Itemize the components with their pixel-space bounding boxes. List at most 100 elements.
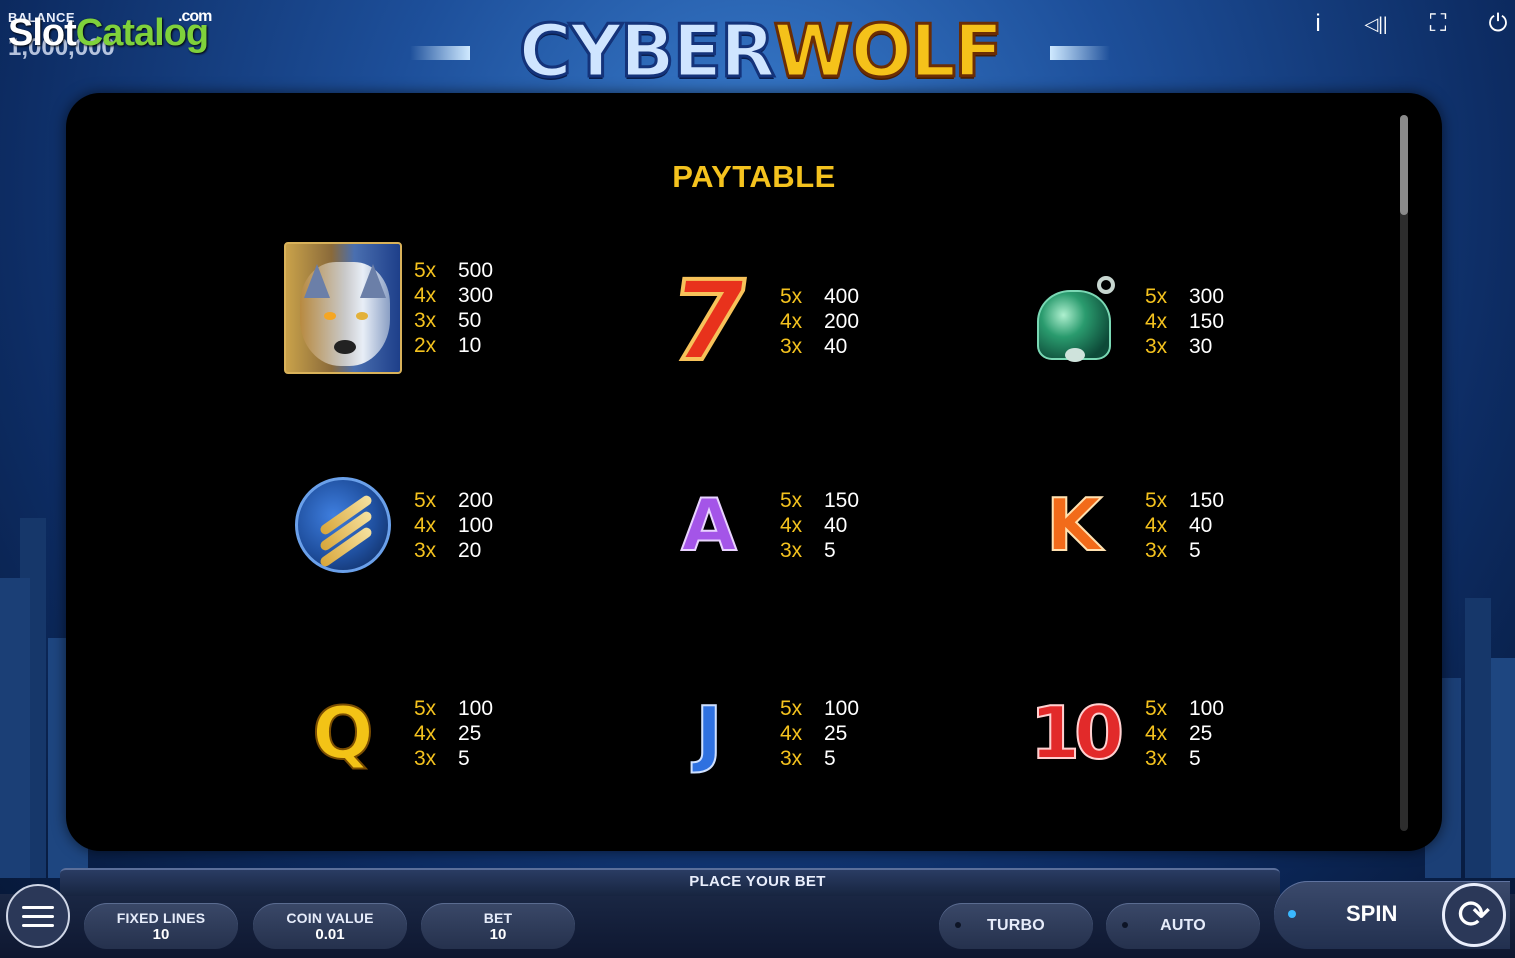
payout-row: 5x 500 <box>414 258 493 283</box>
payout-value: 5 <box>1189 538 1201 562</box>
scrollbar-track[interactable] <box>1400 115 1408 831</box>
paytable-entry-a: A 5x 150 4x 40 3x 5 <box>644 455 859 595</box>
info-icon[interactable]: i <box>1302 10 1334 38</box>
payout-value: 100 <box>1189 696 1225 720</box>
payout-value: 5 <box>458 746 470 770</box>
paytable-title: PAYTABLE <box>672 159 836 194</box>
fullscreen-icon[interactable]: ⛶ <box>1422 10 1454 38</box>
payout-multiplier: 4x <box>1145 721 1168 745</box>
payout-row: 4x 300 <box>414 283 493 308</box>
payout-multiplier: 5x <box>780 696 803 720</box>
payout-multiplier: 3x <box>1145 538 1168 562</box>
turbo-label: TURBO <box>987 917 1045 934</box>
payout-multiplier: 4x <box>780 721 803 745</box>
seven-symbol-icon: 7 <box>644 251 774 391</box>
payout-row: 3x 5 <box>1145 538 1224 563</box>
menu-button[interactable] <box>6 884 70 948</box>
payout-row: 3x 20 <box>414 538 493 563</box>
spin-label: SPIN <box>1346 901 1398 926</box>
payout-row: 5x 150 <box>1145 488 1224 513</box>
paytable-entry-q: Q 5x 100 4x 25 3x 5 <box>278 663 493 803</box>
payout-row: 3x 50 <box>414 308 493 333</box>
ten-glyph: 10 <box>1029 691 1125 775</box>
menu-icon <box>22 905 54 909</box>
letter-q-glyph: Q <box>311 691 374 775</box>
menu-icon-line <box>22 914 54 918</box>
payout-multiplier: 5x <box>414 488 437 512</box>
payout-value: 25 <box>824 721 848 745</box>
payout-value: 20 <box>458 538 482 562</box>
paytable-entry-claw: 5x 200 4x 100 3x 20 <box>278 455 493 595</box>
watermark: SlotCatalog .com <box>8 8 212 55</box>
paytable-panel: PAYTABLE 5x 500 4x 300 3x 50 2x 10 7 5x … <box>66 93 1442 851</box>
payout-multiplier: 3x <box>414 746 437 770</box>
payout-list: 5x 100 4x 25 3x 5 <box>1145 696 1224 771</box>
payout-row: 3x 30 <box>1145 334 1224 359</box>
paytable-entry-bell: 5x 300 4x 150 3x 30 <box>1009 251 1224 391</box>
power-icon[interactable]: ⏻ <box>1482 10 1514 38</box>
payout-value: 40 <box>1189 513 1213 537</box>
auto-button[interactable]: AUTO <box>1106 903 1260 949</box>
payout-value: 5 <box>1189 746 1201 770</box>
payout-value: 25 <box>1189 721 1213 745</box>
payout-list: 5x 150 4x 40 3x 5 <box>780 488 859 563</box>
payout-row: 4x 25 <box>1145 721 1224 746</box>
payout-multiplier: 5x <box>1145 488 1168 512</box>
spin-button[interactable]: SPIN ⟳ <box>1274 881 1510 949</box>
payout-value: 300 <box>458 284 494 307</box>
payout-row: 3x 5 <box>414 746 493 771</box>
letter-j-symbol-icon: J <box>644 663 774 803</box>
payout-multiplier: 4x <box>1145 309 1168 333</box>
bet-label: BET <box>483 909 513 926</box>
payout-row: 4x 40 <box>1145 513 1224 538</box>
letter-k-glyph: K <box>1045 483 1103 567</box>
fixed-lines-label: FIXED LINES <box>116 909 206 926</box>
payout-value: 150 <box>824 488 860 512</box>
payout-multiplier: 2x <box>414 334 437 357</box>
payout-value: 150 <box>1189 309 1225 333</box>
watermark-slot: Slot <box>8 12 77 54</box>
ten-symbol-icon: 10 <box>1009 663 1139 803</box>
coin-value-label: COIN VALUE <box>286 909 374 926</box>
paytable-entry-10: 10 5x 100 4x 25 3x 5 <box>1009 663 1224 803</box>
spin-indicator <box>1288 910 1296 918</box>
payout-value: 200 <box>458 488 494 512</box>
letter-j-glyph: J <box>695 691 724 775</box>
logo-wolf: WOLF <box>772 9 1005 93</box>
letter-a-glyph: A <box>680 483 738 567</box>
logo-cyber: CYBER <box>517 9 776 93</box>
bet-button[interactable]: BET 10 <box>421 903 575 949</box>
payout-row: 3x 5 <box>1145 746 1224 771</box>
bell-symbol-icon <box>1009 251 1139 391</box>
coin-value-button[interactable]: COIN VALUE 0.01 <box>253 903 407 949</box>
turbo-indicator <box>955 922 961 928</box>
payout-value: 30 <box>1189 334 1213 358</box>
menu-icon-line <box>22 923 54 927</box>
payout-value: 100 <box>458 696 494 720</box>
payout-row: 5x 300 <box>1145 284 1224 309</box>
auto-indicator <box>1122 922 1128 928</box>
payout-row: 3x 5 <box>780 538 859 563</box>
logo-wing-left <box>410 46 470 60</box>
sound-icon[interactable]: ◁|| <box>1360 10 1392 38</box>
payout-row: 5x 100 <box>780 696 859 721</box>
payout-list: 5x 100 4x 25 3x 5 <box>414 696 493 771</box>
payout-multiplier: 5x <box>1145 696 1168 720</box>
scrollbar-thumb[interactable] <box>1400 115 1408 215</box>
payout-value: 50 <box>458 309 482 332</box>
spin-refresh-icon[interactable]: ⟳ <box>1442 883 1506 947</box>
paytable-entry-seven: 7 5x 400 4x 200 3x 40 <box>644 251 859 391</box>
payout-row: 4x 25 <box>780 721 859 746</box>
payout-multiplier: 3x <box>1145 334 1168 358</box>
payout-list: 5x 100 4x 25 3x 5 <box>780 696 859 771</box>
payout-row: 4x 100 <box>414 513 493 538</box>
payout-multiplier: 3x <box>780 334 803 358</box>
payout-multiplier: 4x <box>414 721 437 745</box>
payout-multiplier: 5x <box>780 488 803 512</box>
payout-list: 5x 200 4x 100 3x 20 <box>414 488 493 563</box>
payout-value: 5 <box>824 538 836 562</box>
payout-value: 100 <box>458 513 494 537</box>
paytable-entry-j: J 5x 100 4x 25 3x 5 <box>644 663 859 803</box>
payout-value: 400 <box>824 284 860 308</box>
turbo-button[interactable]: TURBO <box>939 903 1093 949</box>
